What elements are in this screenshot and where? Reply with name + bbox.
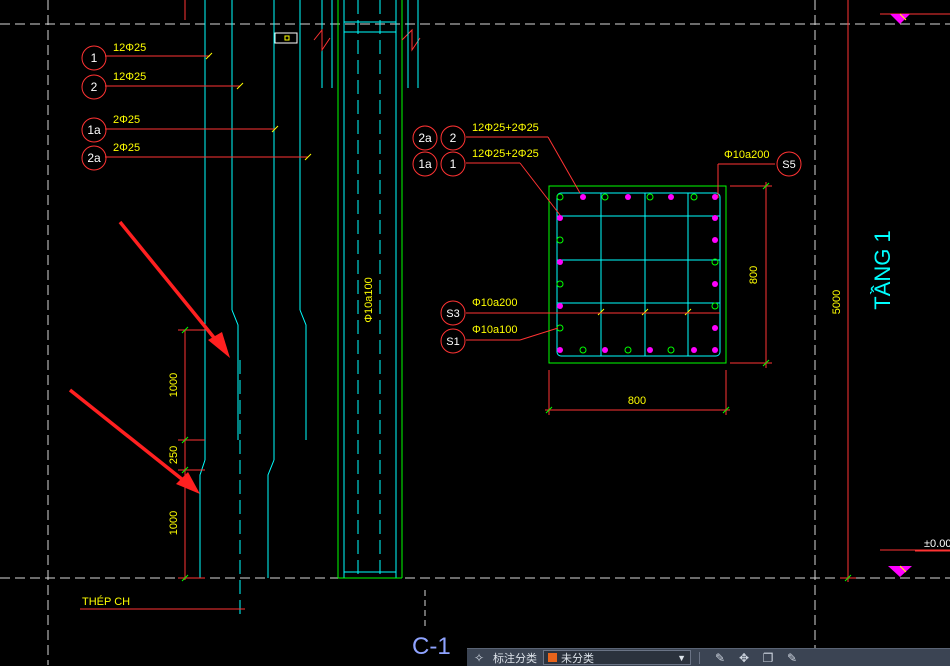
annotation-category-label: 标注分类 xyxy=(493,652,537,665)
bubble-section-2: 2 xyxy=(450,131,457,145)
red-arrow-upper xyxy=(118,220,230,358)
cad-drawing-canvas[interactable]: 1 2 1a 2a 12Φ25 12Φ25 2Φ25 2Φ25 1000 250… xyxy=(0,0,950,665)
rebar-label-2: 12Φ25 xyxy=(113,71,146,83)
clipboard-icon[interactable]: ✎ xyxy=(784,651,800,665)
column-title: C-1 xyxy=(412,633,451,660)
category-color-swatch xyxy=(548,653,557,662)
level-dimension xyxy=(840,0,950,582)
section-dimensions xyxy=(545,182,772,415)
dim-1000-lower: 1000 xyxy=(168,511,180,535)
dim-250: 250 xyxy=(168,446,180,464)
section-leaders xyxy=(466,136,775,341)
edit-annotation-icon[interactable]: ✎ xyxy=(712,651,728,665)
bubble-s5: S5 xyxy=(782,159,795,171)
red-arrow-lower xyxy=(68,388,200,494)
section-width-dim: 800 xyxy=(628,395,646,407)
annotation-filter-icon[interactable]: ✧ xyxy=(471,651,487,665)
section-rebars xyxy=(556,193,719,354)
thep-ch-label: THÉP CH xyxy=(82,595,130,608)
bubble-1: 1 xyxy=(91,51,98,65)
level-name: TẦNG 1 xyxy=(870,230,895,309)
annotation-category-select[interactable]: 未分类 ▼ xyxy=(543,650,691,665)
cross-section xyxy=(548,185,727,364)
bubble-section-1: 1 xyxy=(450,157,457,171)
bubble-s3: S3 xyxy=(446,308,459,320)
left-dimension-chain xyxy=(178,329,205,580)
column-stirrup-label: Φ10a100 xyxy=(363,277,375,322)
move-icon[interactable]: ✥ xyxy=(736,651,752,665)
bubble-1a: 1a xyxy=(87,123,101,137)
category-selected-value: 未分类 xyxy=(561,652,594,665)
copy-icon[interactable]: ❐ xyxy=(760,651,776,665)
annotation-toolbar: ✧ 标注分类 未分类 ▼ ✎ ✥ ❐ ✎ xyxy=(467,648,950,666)
rebar-label-2a: 2Φ25 xyxy=(113,142,140,154)
rebar-label-1a: 2Φ25 xyxy=(113,114,140,126)
section-dimension-ticks xyxy=(545,182,770,414)
toolbar-divider xyxy=(699,651,700,664)
elevation-label: ±0.00 xyxy=(924,538,950,550)
bubble-section-2a: 2a xyxy=(418,131,432,145)
elevation-marker-bottom xyxy=(888,565,912,577)
section-height-dim: 800 xyxy=(748,266,760,284)
stirrup-s3-label: Φ10a200 xyxy=(472,297,517,309)
rebar-label-1: 12Φ25 xyxy=(113,42,146,54)
bubble-section-1a: 1a xyxy=(418,157,432,171)
elevation-marker-top xyxy=(890,13,910,24)
dim-1000-upper: 1000 xyxy=(168,373,180,397)
bubble-2a: 2a xyxy=(87,151,101,165)
bubble-s1: S1 xyxy=(446,336,459,348)
section-rebar-2a-2: 12Φ25+2Φ25 xyxy=(472,122,539,134)
bubble-2: 2 xyxy=(91,80,98,94)
stirrup-s5-label: Φ10a200 xyxy=(724,149,769,161)
section-rebar-1a-1: 12Φ25+2Φ25 xyxy=(472,148,539,160)
level-height-dim: 5000 xyxy=(831,290,843,314)
stirrup-s1-label: Φ10a100 xyxy=(472,324,517,336)
chevron-down-icon: ▼ xyxy=(677,652,686,663)
column-elevation xyxy=(184,0,421,620)
left-leader-ticks xyxy=(205,52,312,161)
